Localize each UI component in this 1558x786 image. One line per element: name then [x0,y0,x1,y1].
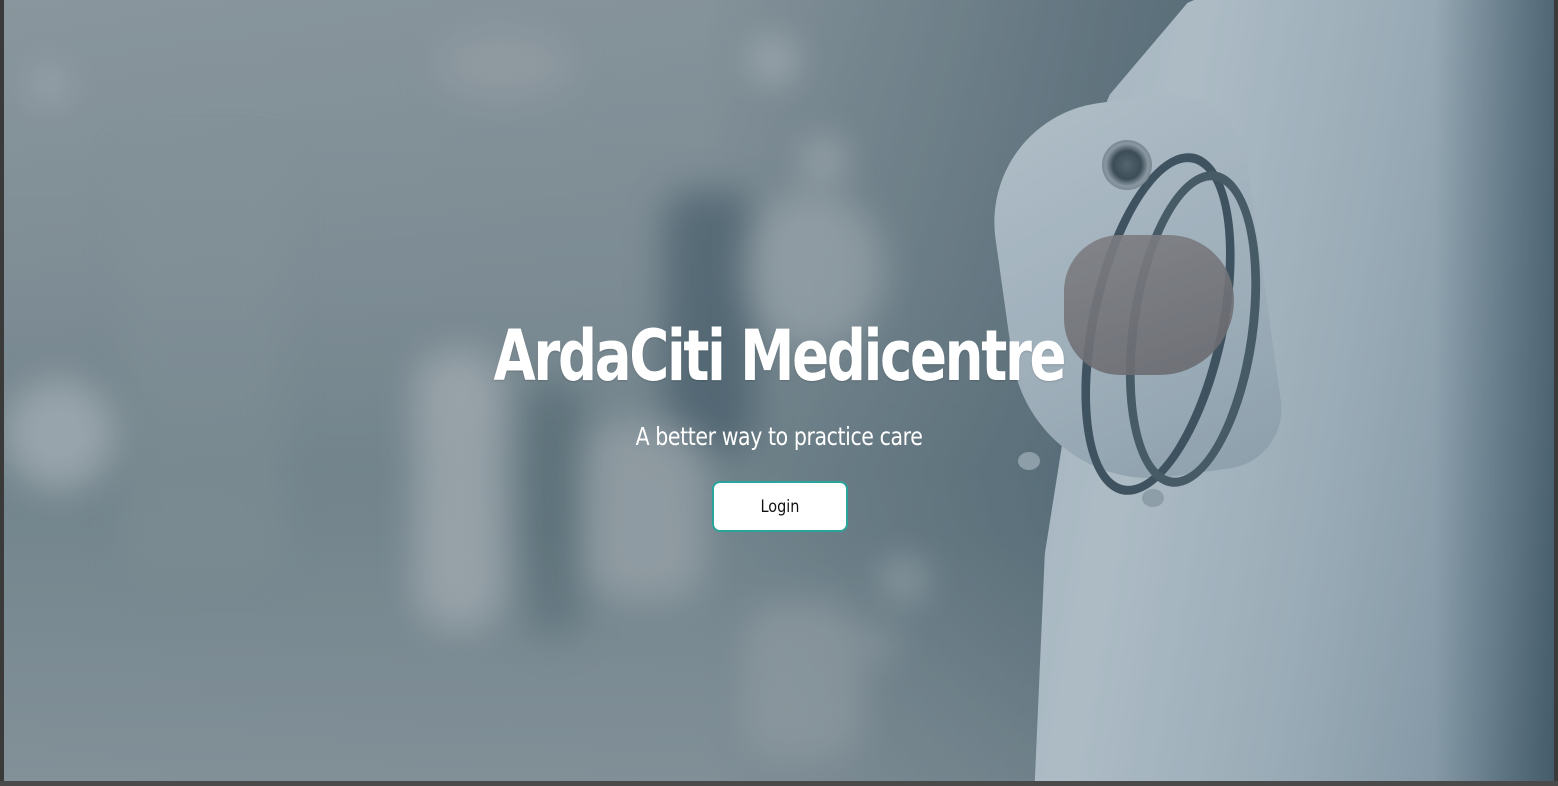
bottom-border [0,781,1558,786]
hero-subtitle: A better way to practice care [635,422,923,451]
hero-section: ArdaCiti Medicentre A better way to prac… [4,0,1554,781]
login-button[interactable]: Login [712,481,848,532]
login-button-label: Login [760,496,800,517]
hero-content: ArdaCiti Medicentre A better way to prac… [4,308,1554,454]
page-title: ArdaCiti Medicentre [493,315,1067,397]
